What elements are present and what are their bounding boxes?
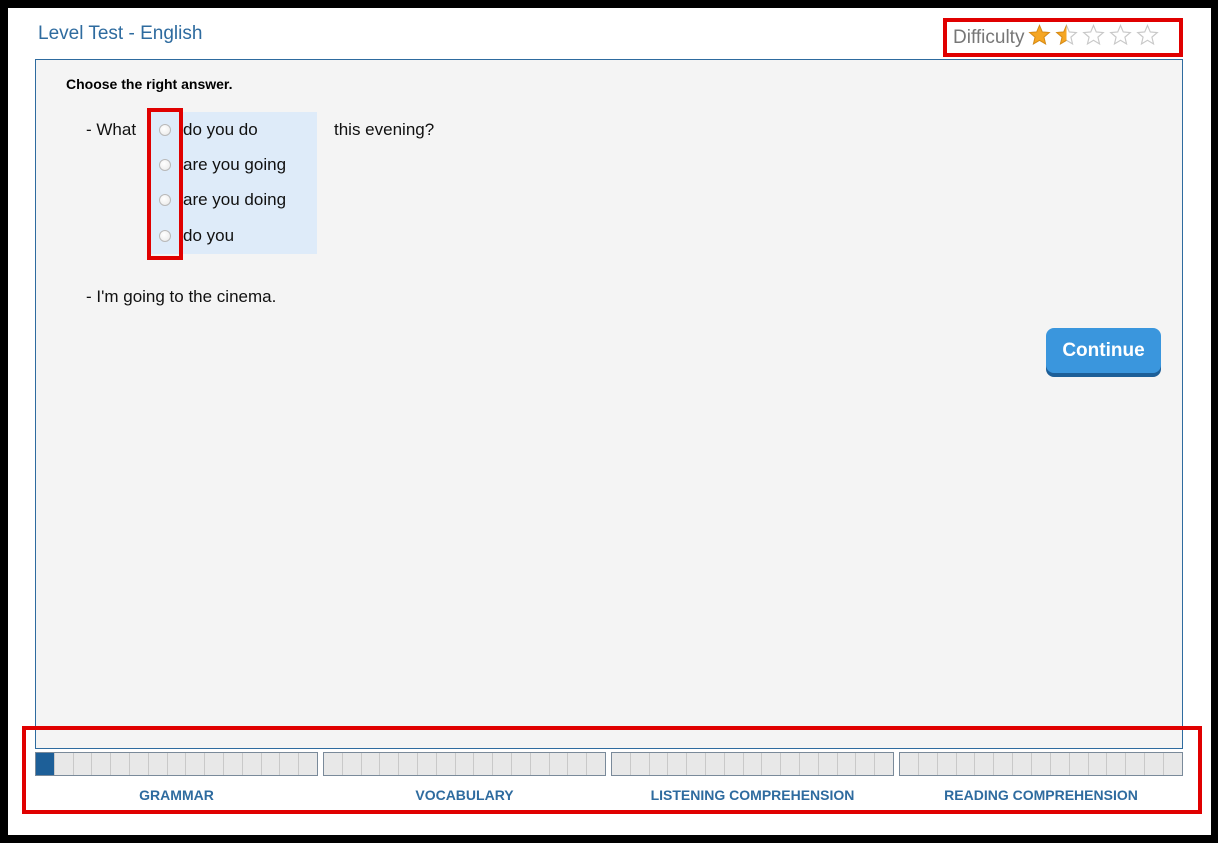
section-label-vocabulary: VOCABULARY bbox=[415, 787, 514, 803]
progress-segment bbox=[36, 753, 55, 775]
progress-segment bbox=[1051, 753, 1070, 775]
progress-segment bbox=[550, 753, 569, 775]
progress-segment bbox=[186, 753, 206, 775]
progress-bar-listening bbox=[611, 752, 894, 776]
progress-segment bbox=[343, 753, 362, 775]
star-icon bbox=[1109, 23, 1133, 45]
option-label: do you do bbox=[183, 120, 258, 139]
progress-segment bbox=[380, 753, 400, 775]
progress-segment bbox=[130, 753, 149, 775]
progress-segment bbox=[262, 753, 281, 775]
section-label-reading: READING COMPREHENSION bbox=[944, 787, 1138, 803]
progress-bar-vocabulary bbox=[323, 752, 606, 776]
progress-segment bbox=[512, 753, 531, 775]
progress-segment bbox=[474, 753, 494, 775]
progress-segment bbox=[800, 753, 819, 775]
difficulty-label: Difficulty bbox=[953, 26, 1025, 48]
progress-segment bbox=[938, 753, 957, 775]
progress-segment bbox=[838, 753, 857, 775]
answer-line: - I'm going to the cinema. bbox=[86, 287, 277, 306]
progress-segment bbox=[900, 753, 919, 775]
answer-option-4[interactable]: do you bbox=[150, 220, 317, 252]
progress-segment bbox=[299, 753, 317, 775]
progress-segment bbox=[1145, 753, 1165, 775]
progress-segment bbox=[149, 753, 168, 775]
continue-button[interactable]: Continue bbox=[1046, 328, 1161, 373]
star-icon bbox=[1028, 23, 1052, 45]
progress-segment bbox=[1013, 753, 1033, 775]
progress-segment bbox=[418, 753, 437, 775]
progress-segment bbox=[362, 753, 381, 775]
progress-segment bbox=[1107, 753, 1127, 775]
progress-segment bbox=[856, 753, 876, 775]
progress-bar-reading bbox=[899, 752, 1183, 776]
page-title: Level Test - English bbox=[38, 23, 203, 44]
progress-segment bbox=[168, 753, 187, 775]
difficulty-rating: Difficulty bbox=[943, 18, 1183, 57]
progress-segment bbox=[706, 753, 725, 775]
progress-segment bbox=[725, 753, 744, 775]
progress-segment bbox=[1164, 753, 1182, 775]
progress-segment bbox=[243, 753, 262, 775]
option-label: do you bbox=[183, 226, 235, 245]
section-label-grammar: GRAMMAR bbox=[139, 787, 214, 803]
answer-option-2[interactable]: are you going bbox=[150, 149, 317, 181]
radio-button[interactable] bbox=[159, 159, 171, 171]
progress-segment bbox=[111, 753, 130, 775]
progress-segment bbox=[819, 753, 838, 775]
progress-segment bbox=[631, 753, 650, 775]
answer-option-3[interactable]: are you doing bbox=[150, 184, 317, 216]
progress-segment bbox=[55, 753, 74, 775]
progress-segment bbox=[919, 753, 938, 775]
progress-segment bbox=[994, 753, 1014, 775]
progress-segment bbox=[74, 753, 93, 775]
answer-options: do you do are you going are you doing do… bbox=[150, 112, 317, 254]
radio-button[interactable] bbox=[159, 124, 171, 136]
answer-option-1[interactable]: do you do bbox=[150, 114, 317, 146]
progress-segment bbox=[324, 753, 343, 775]
progress-bar-grammar bbox=[35, 752, 318, 776]
progress-segment bbox=[957, 753, 976, 775]
question-suffix: this evening? bbox=[334, 120, 435, 139]
progress-segment bbox=[493, 753, 512, 775]
progress-segment bbox=[762, 753, 782, 775]
progress-segment bbox=[456, 753, 475, 775]
progress-segment bbox=[531, 753, 550, 775]
progress-segment bbox=[687, 753, 706, 775]
radio-button[interactable] bbox=[159, 194, 171, 206]
progress-segment bbox=[781, 753, 800, 775]
progress-segment bbox=[568, 753, 588, 775]
progress-segment bbox=[205, 753, 224, 775]
progress-segment bbox=[744, 753, 763, 775]
instruction-text: Choose the right answer. bbox=[66, 76, 233, 92]
star-icon bbox=[1136, 23, 1160, 45]
progress-segment bbox=[399, 753, 418, 775]
star-icon bbox=[1082, 23, 1106, 45]
progress-segment bbox=[1089, 753, 1108, 775]
progress-segment bbox=[975, 753, 995, 775]
option-label: are you doing bbox=[183, 190, 287, 209]
progress-segment bbox=[1126, 753, 1146, 775]
difficulty-stars bbox=[1028, 23, 1163, 52]
progress-segment bbox=[437, 753, 456, 775]
section-label-listening: LISTENING COMPREHENSION bbox=[650, 787, 855, 803]
progress-segment bbox=[1070, 753, 1089, 775]
star-icon bbox=[1055, 23, 1079, 45]
progress-segment bbox=[587, 753, 605, 775]
progress-segment bbox=[612, 753, 631, 775]
progress-segment bbox=[650, 753, 669, 775]
progress-segment bbox=[668, 753, 688, 775]
question-prefix: - What bbox=[86, 120, 137, 139]
progress-segment bbox=[224, 753, 243, 775]
progress-segment bbox=[1032, 753, 1051, 775]
radio-button[interactable] bbox=[159, 230, 171, 242]
option-label: are you going bbox=[183, 155, 287, 174]
progress-segment bbox=[280, 753, 300, 775]
progress-segment bbox=[92, 753, 112, 775]
progress-segment bbox=[875, 753, 893, 775]
